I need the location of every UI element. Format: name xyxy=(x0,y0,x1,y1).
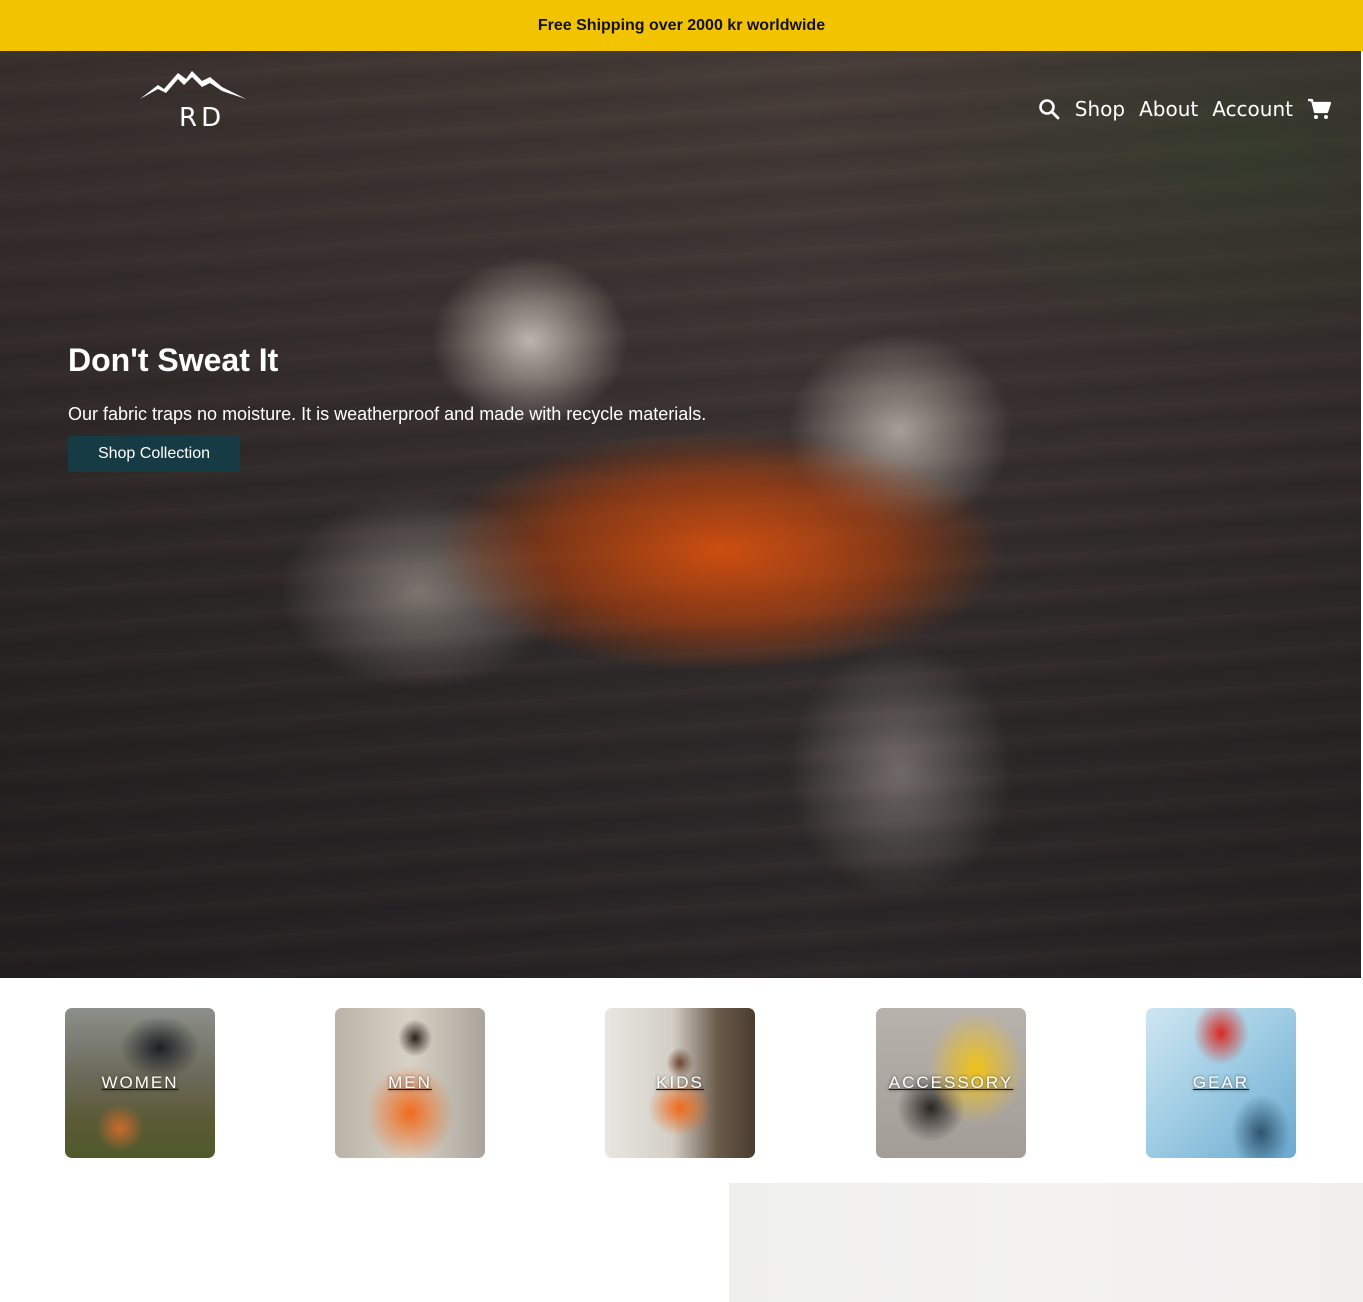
hero-title: Don't Sweat It xyxy=(68,342,279,378)
category-kids-tile[interactable]: KIDS xyxy=(605,1008,755,1158)
cart-icon[interactable] xyxy=(1307,97,1331,121)
nav-shop-link[interactable]: Shop xyxy=(1075,97,1125,121)
announcement-text: Free Shipping over 2000 kr worldwide xyxy=(537,16,826,34)
nav-about-link[interactable]: About xyxy=(1139,97,1198,121)
category-label: GEAR xyxy=(1192,1073,1250,1092)
logo-text[interactable]: RD xyxy=(179,103,225,133)
shop-collection-button[interactable]: Shop Collection xyxy=(68,436,240,472)
search-icon[interactable] xyxy=(1037,97,1061,121)
category-label: KIDS xyxy=(656,1073,704,1092)
category-label: MEN xyxy=(388,1073,432,1092)
category-row: WOMEN MEN KIDS ACCESSORY GEAR xyxy=(0,978,1363,1178)
feature-image xyxy=(729,1183,1363,1302)
category-accessory-tile[interactable]: ACCESSORY xyxy=(876,1008,1026,1158)
category-men-tile[interactable]: MEN xyxy=(335,1008,485,1158)
category-label: WOMEN xyxy=(101,1073,179,1092)
main-nav: Shop About Account xyxy=(1037,97,1331,121)
hero-banner: RD Shop About Account Don't Sweat It Our… xyxy=(0,51,1361,978)
hero-subtitle: Our fabric traps no moisture. It is weat… xyxy=(68,404,707,424)
announcement-bar: Free Shipping over 2000 kr worldwide xyxy=(0,0,1363,51)
category-women-tile[interactable]: WOMEN xyxy=(65,1008,215,1158)
nav-account-link[interactable]: Account xyxy=(1212,97,1293,121)
category-label: ACCESSORY xyxy=(888,1073,1014,1092)
category-gear-tile[interactable]: GEAR xyxy=(1146,1008,1296,1158)
hero-image xyxy=(0,51,1361,978)
